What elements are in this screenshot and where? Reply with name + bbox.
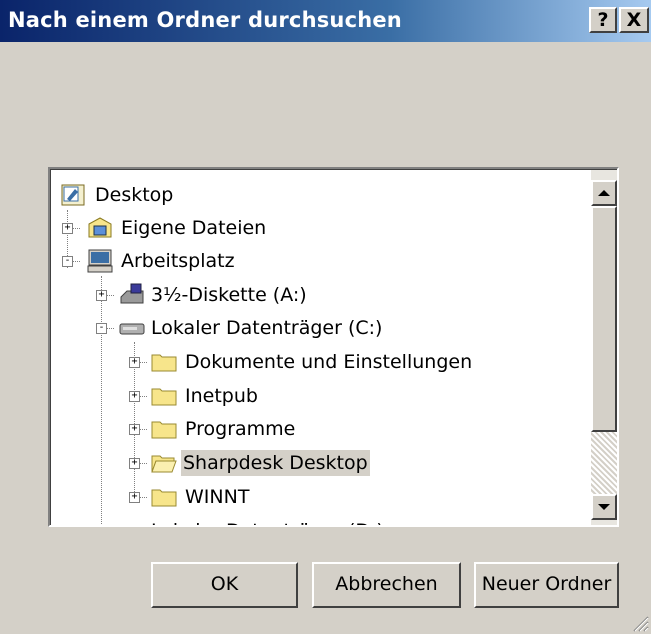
expand-toggle[interactable]: + [129, 458, 140, 469]
tree-item-drive-c[interactable]: Lokaler Datenträger (C:) [119, 313, 384, 343]
tree-item-label: Programme [185, 418, 296, 440]
folder-icon [151, 489, 177, 507]
expand-toggle[interactable]: + [62, 223, 73, 234]
help-button[interactable]: ? [589, 7, 617, 33]
browse-folder-dialog: Nach einem Ordner durchsuchen ? X Deskto… [0, 0, 651, 634]
hard-drive-icon [119, 323, 145, 335]
folder-icon [151, 354, 177, 372]
tree-item-inetpub[interactable]: Inetpub [151, 381, 260, 411]
tree-item-drive-d[interactable]: Lokaler Datenträger (D:) [119, 516, 386, 527]
tree-item-sharpdesk[interactable]: Sharpdesk Desktop [151, 448, 370, 478]
floppy-drive-icon [120, 283, 144, 304]
scroll-up-button[interactable] [591, 180, 617, 206]
folder-open-icon [151, 455, 177, 473]
window-title: Nach einem Ordner durchsuchen [8, 8, 402, 32]
folder-icon [151, 388, 177, 406]
new-folder-button[interactable]: Neuer Ordner [474, 562, 619, 608]
folder-icon [151, 421, 177, 439]
my-documents-icon [88, 217, 112, 238]
tree-item-label: Arbeitsplatz [121, 250, 235, 272]
my-computer-icon [87, 249, 113, 273]
tree-item-documents-settings[interactable]: Dokumente und Einstellungen [151, 347, 474, 377]
scroll-down-button[interactable] [591, 494, 617, 520]
tree-item-label: Desktop [95, 184, 174, 206]
tree-item-label: Lokaler Datenträger (C:) [151, 317, 383, 339]
tree-item-desktop[interactable]: Desktop [61, 180, 175, 210]
tree-item-label: Inetpub [185, 385, 258, 407]
ok-button[interactable]: OK [151, 562, 298, 608]
arrow-down-icon [598, 504, 610, 510]
expand-toggle[interactable]: + [96, 290, 107, 301]
vertical-scrollbar[interactable] [591, 170, 617, 525]
tree-item-winnt[interactable]: WINNT [151, 482, 251, 512]
cancel-button[interactable]: Abbrechen [312, 562, 461, 608]
arrow-up-icon [598, 190, 610, 196]
tree-item-my-computer[interactable]: Arbeitsplatz [87, 246, 237, 276]
expand-toggle[interactable]: + [129, 357, 140, 368]
tree-item-label: Sharpdesk Desktop [181, 450, 370, 476]
expand-toggle[interactable]: + [129, 492, 140, 503]
tree-line [101, 276, 103, 525]
tree-item-label: 3½-Diskette (A:) [151, 284, 307, 306]
tree-item-floppy[interactable]: 3½-Diskette (A:) [119, 280, 309, 310]
scroll-track[interactable] [591, 432, 617, 494]
tree-item-label: Lokaler Datenträger (D:) [149, 518, 386, 525]
tree-item-my-documents[interactable]: Eigene Dateien [87, 213, 268, 243]
close-button[interactable]: X [619, 7, 649, 33]
collapse-toggle[interactable]: - [96, 323, 107, 334]
expand-toggle[interactable]: + [129, 391, 140, 402]
scroll-thumb[interactable] [591, 206, 617, 432]
tree-item-label: Eigene Dateien [121, 217, 267, 239]
folder-tree[interactable]: Desktop + Eigene Dateien - Arbeitsplatz … [48, 167, 619, 527]
tree-item-label: WINNT [185, 486, 250, 508]
collapse-toggle[interactable]: - [62, 256, 73, 267]
desktop-icon [61, 184, 85, 206]
hard-drive-icon [119, 519, 145, 527]
expand-toggle[interactable]: + [129, 424, 140, 435]
title-bar[interactable]: Nach einem Ordner durchsuchen ? X [0, 0, 651, 42]
tree-item-programme[interactable]: Programme [151, 414, 297, 444]
tree-item-label: Dokumente und Einstellungen [185, 351, 473, 373]
resize-grip-icon[interactable] [631, 614, 649, 632]
